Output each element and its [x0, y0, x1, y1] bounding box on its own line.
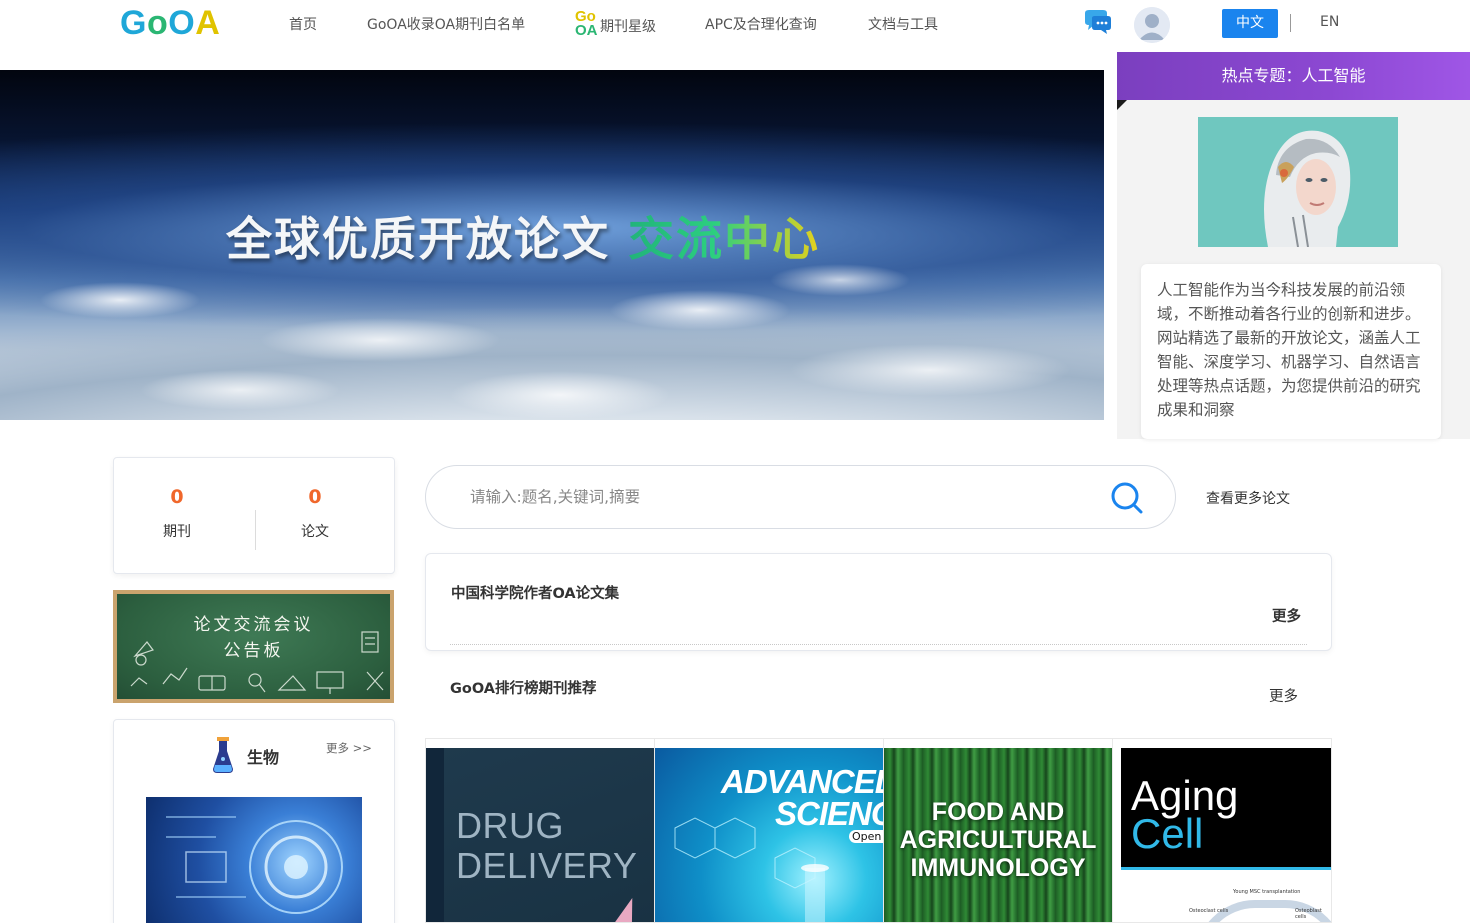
journal-title-line2: AGRICULTURAL: [899, 826, 1097, 854]
user-avatar[interactable]: [1134, 7, 1170, 43]
category-title: 生物: [247, 748, 280, 767]
cover-label-right: Osteoblast cells: [1295, 908, 1322, 920]
open-access-badge: Open: [849, 830, 883, 843]
papers-label: 论文: [301, 524, 329, 540]
cover-spine: [426, 748, 444, 922]
hero-banner[interactable]: 全球优质开放论文 交流中心: [0, 70, 1104, 420]
journals-count: 0: [170, 486, 184, 508]
hot-topic-panel: 热点专题：人工智能 人工智能作为当今科技发展的前沿领域，不断推动着各行业的创新和…: [1117, 52, 1470, 439]
chat-icon[interactable]: [1082, 9, 1112, 37]
journal-title-line1: FOOD AND: [931, 798, 1065, 826]
journal-title-line1: ADVANCED: [721, 763, 883, 800]
search-input[interactable]: [470, 484, 1070, 510]
lang-divider: [1290, 14, 1291, 32]
banner-title-white: 全球优质开放论文: [226, 212, 610, 266]
journal-title-line2: Cell: [1131, 810, 1204, 857]
banner-title-gradient: 交流中心: [628, 212, 821, 266]
goa-logo[interactable]: GoOA: [120, 4, 220, 43]
conference-bulletin-board[interactable]: 论文交流会议 公告板: [113, 590, 394, 703]
stats-divider: [255, 510, 256, 550]
cas-papers-card: 中国科学院作者OA论文集 更多: [425, 553, 1332, 651]
ribbon-fold: [1117, 100, 1127, 110]
papers-count: 0: [308, 486, 322, 508]
more-papers-link[interactable]: 查看更多论文: [1206, 488, 1290, 508]
flask-icon: [213, 737, 233, 773]
cover-blue-bar: [1121, 867, 1331, 870]
cover-image: ADVANCED SCIENCE Open: [655, 748, 883, 922]
chalkboard: 论文交流会议 公告板: [117, 594, 390, 699]
nav-journal-rating[interactable]: 期刊星级: [600, 16, 656, 36]
ranking-section-title: GoOA排行榜期刊推荐: [450, 681, 597, 697]
cover-label-left: Osteoclast cells: [1189, 908, 1229, 914]
logo-letter-o-upper: O: [168, 4, 196, 42]
chalk-doodles-icon: [130, 631, 384, 694]
cover-pink-shape: [603, 898, 647, 922]
dotted-divider: [450, 644, 1307, 645]
journal-cover-drug-delivery[interactable]: DRUG DELIVERY: [425, 738, 655, 923]
journal-title-line1: DRUG: [456, 805, 564, 846]
category-more-link[interactable]: 更多 >>: [326, 740, 372, 756]
search-icon[interactable]: [1110, 481, 1144, 515]
cover-image: DRUG DELIVERY: [426, 748, 654, 922]
search-bar[interactable]: [425, 465, 1176, 529]
journal-title: DRUG DELIVERY: [456, 806, 637, 886]
logo-letter-g: G: [120, 4, 147, 42]
nav-apc-query[interactable]: APC及合理化查询: [705, 14, 817, 34]
nav-home[interactable]: 首页: [289, 14, 317, 34]
badge-oa: OA: [575, 22, 598, 39]
nav-oa-whitelist[interactable]: GoOA收录OA期刊白名单: [367, 14, 525, 34]
cover-image: FOOD AND AGRICULTURAL IMMUNOLOGY: [884, 748, 1112, 922]
journal-title: FOOD AND AGRICULTURAL IMMUNOLOGY: [884, 798, 1112, 882]
page: GoOA 首页 GoOA收录OA期刊白名单 Go OA 期刊星级 APC及合理化…: [0, 0, 1470, 923]
nav-docs-tools[interactable]: 文档与工具: [868, 14, 938, 34]
journal-title-line2: SCIENCE: [775, 795, 883, 832]
journals-label: 期刊: [163, 524, 191, 540]
journal-title: ADVANCED SCIENCE: [721, 763, 883, 832]
journal-title-line2: DELIVERY: [456, 845, 638, 886]
journal-cover-aging-cell[interactable]: Aging Cell Young MSC transplantation Ost…: [1112, 738, 1332, 923]
journal-title-line3: IMMUNOLOGY: [910, 854, 1086, 882]
lang-en-button[interactable]: EN: [1320, 14, 1339, 30]
logo-letter-a: A: [195, 4, 221, 42]
ai-robot-image[interactable]: [1198, 117, 1398, 247]
journal-cover-food-agri-immunology[interactable]: FOOD AND AGRICULTURAL IMMUNOLOGY: [883, 738, 1113, 923]
journal-cover-advanced-science[interactable]: ADVANCED SCIENCE Open: [654, 738, 884, 923]
top-header: GoOA 首页 GoOA收录OA期刊白名单 Go OA 期刊星级 APC及合理化…: [0, 0, 1470, 50]
cas-section-title: 中国科学院作者OA论文集: [451, 586, 620, 602]
cover-caption: Young MSC transplantation: [1233, 889, 1301, 895]
goa-rating-badge-icon: Go OA: [575, 9, 601, 40]
ranking-more-link[interactable]: 更多: [1269, 685, 1298, 706]
logo-letter-o: o: [146, 4, 169, 42]
hot-topic-title[interactable]: 热点专题：人工智能: [1117, 52, 1470, 100]
stats-card: 0 期刊 0 论文: [113, 457, 395, 574]
category-card-biology: 生物 更多 >>: [113, 719, 395, 923]
banner-title: 全球优质开放论文 交流中心: [226, 203, 820, 269]
cas-more-link[interactable]: 更多: [1272, 605, 1301, 626]
lang-zh-button[interactable]: 中文: [1222, 9, 1278, 38]
hot-topic-description: 人工智能作为当今科技发展的前沿领域，不断推动着各行业的创新和进步。网站精选了最新…: [1141, 264, 1441, 439]
cover-image: Aging Cell Young MSC transplantation Ost…: [1113, 748, 1331, 922]
biology-tech-image[interactable]: [146, 797, 362, 923]
